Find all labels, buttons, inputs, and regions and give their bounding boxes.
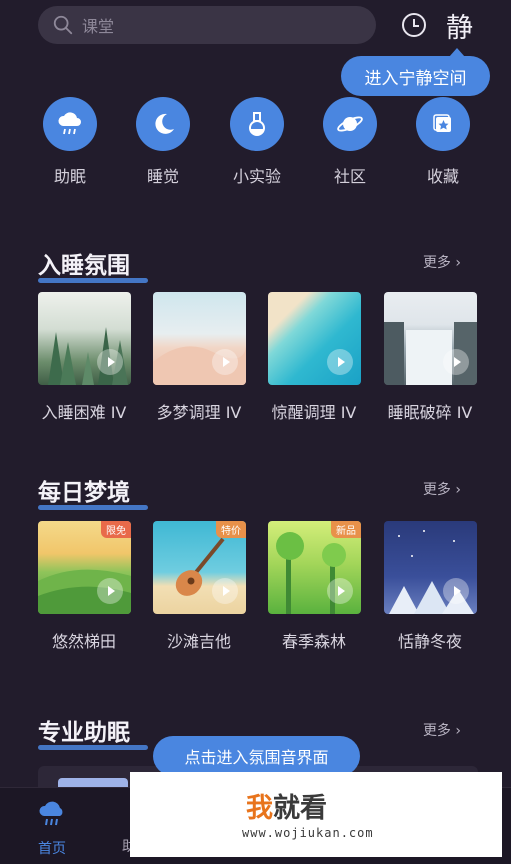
watermark-url: www.wojiukan.com <box>242 826 374 840</box>
category-sleep[interactable]: 睡觉 <box>123 97 203 187</box>
card-title: 惊醒调理 IV <box>271 403 357 422</box>
cloud-rain-icon <box>58 112 81 135</box>
category-label: 社区 <box>333 167 366 186</box>
card-beach-guitar[interactable]: 特价 沙滩吉他 <box>153 521 246 652</box>
forest-thumbnail <box>38 292 131 385</box>
watermark-logo: 我就看 www.wojiukan.com <box>130 772 502 857</box>
spring-forest-thumbnail: 新品 <box>268 521 361 614</box>
section-title-daily-dream: 每日梦境 <box>38 473 148 510</box>
enter-ambience-tooltip[interactable]: 点击进入氛围音界面 <box>153 736 360 776</box>
category-favorites[interactable]: 收藏 <box>403 97 483 187</box>
more-link[interactable]: 更多 › <box>423 479 461 499</box>
card-terraces[interactable]: 限免 悠然梯田 <box>38 521 131 652</box>
category-sleep-aid[interactable]: 助眠 <box>30 97 110 187</box>
play-icon[interactable] <box>327 349 353 375</box>
tab-home-label: 首页 <box>38 841 66 857</box>
badge: 新品 <box>331 521 361 538</box>
moon-icon <box>155 113 174 134</box>
play-icon[interactable] <box>212 578 238 604</box>
card-title: 睡眠破碎 IV <box>387 403 473 422</box>
play-icon[interactable] <box>97 578 123 604</box>
guitar-thumbnail: 特价 <box>153 521 246 614</box>
search-input[interactable]: 课堂 <box>38 6 376 44</box>
category-row: 助眠 睡觉 小实验 社区 收藏 <box>0 97 511 197</box>
category-community[interactable]: 社区 <box>310 97 390 187</box>
card-spring-forest[interactable]: 新品 春季森林 <box>268 521 361 652</box>
play-icon[interactable] <box>212 349 238 375</box>
search-icon <box>53 15 73 35</box>
card-title: 多梦调理 IV <box>156 403 242 422</box>
section-title-pro-sleep: 专业助眠 <box>38 713 148 750</box>
tab-home[interactable]: 首页 <box>30 800 74 858</box>
category-label: 小实验 <box>232 167 281 186</box>
more-link[interactable]: 更多 › <box>423 252 461 272</box>
card-dream-regulation[interactable]: 多梦调理 IV <box>153 292 246 423</box>
ocean-thumbnail <box>268 292 361 385</box>
badge: 特价 <box>216 521 246 538</box>
play-icon[interactable] <box>443 349 469 375</box>
card-winter-night[interactable]: 恬静冬夜 <box>384 521 477 652</box>
cloud-rain-icon <box>39 801 63 826</box>
clock-icon[interactable] <box>401 12 427 38</box>
card-title: 恬静冬夜 <box>397 632 462 651</box>
category-label: 助眠 <box>53 167 86 186</box>
flask-icon <box>249 112 265 136</box>
star-bookmark-icon <box>433 114 451 132</box>
card-title: 春季森林 <box>281 632 346 651</box>
card-title: 入睡困难 IV <box>41 403 127 422</box>
waterfall-thumbnail <box>384 292 477 385</box>
more-link[interactable]: 更多 › <box>423 720 461 740</box>
section-title-sleep-ambience: 入睡氛围 <box>38 246 148 283</box>
card-title: 沙滩吉他 <box>166 632 231 651</box>
enter-quiet-space-tooltip[interactable]: 进入宁静空间 <box>341 48 490 96</box>
play-icon[interactable] <box>443 578 469 604</box>
terraces-thumbnail: 限免 <box>38 521 131 614</box>
category-label: 收藏 <box>426 167 459 186</box>
card-sleep-difficulty[interactable]: 入睡困难 IV <box>38 292 131 423</box>
card-wake-regulation[interactable]: 惊醒调理 IV <box>268 292 361 423</box>
card-title: 悠然梯田 <box>51 632 116 651</box>
category-label: 睡觉 <box>146 167 179 186</box>
search-placeholder: 课堂 <box>82 17 115 36</box>
dune-thumbnail <box>153 292 246 385</box>
badge: 限免 <box>101 521 131 538</box>
category-experiment[interactable]: 小实验 <box>217 97 297 187</box>
card-broken-sleep[interactable]: 睡眠破碎 IV <box>384 292 477 423</box>
play-icon[interactable] <box>327 578 353 604</box>
play-icon[interactable] <box>97 349 123 375</box>
quiet-space-button[interactable]: 静 <box>446 6 473 45</box>
planet-icon <box>337 116 363 132</box>
winter-night-thumbnail <box>384 521 477 614</box>
